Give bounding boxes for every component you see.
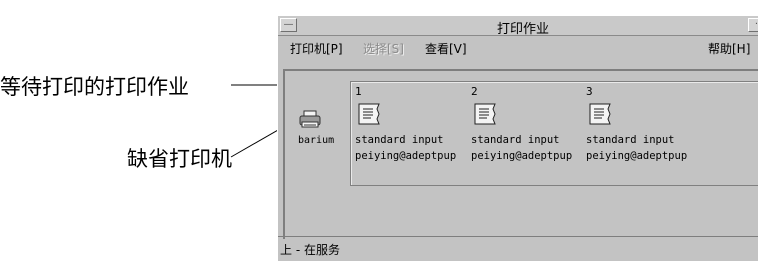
job-name: standard input [471, 134, 560, 146]
status-bar: 上 - 在服务 [278, 236, 758, 262]
menu-select[interactable]: 选择[S] [363, 40, 404, 57]
job-owner: peiying@adeptpup [355, 150, 457, 162]
title-bar: — 打印作业 · [278, 16, 758, 37]
print-jobs-window: — 打印作业 · 打印机[P] 选择[S] 查看[V] 帮助[H] barium… [277, 15, 758, 261]
menu-printer[interactable]: 打印机[P] [290, 40, 343, 57]
job-name: standard input [586, 134, 675, 146]
job-number: 2 [471, 85, 478, 98]
window-title: 打印作业 [496, 22, 549, 37]
job-number: 1 [355, 85, 362, 98]
status-text: 上 - 在服务 [280, 243, 340, 257]
document-icon[interactable] [356, 101, 382, 127]
menu-bar: 打印机[P] 选择[S] 查看[V] 帮助[H] [278, 36, 758, 58]
document-icon[interactable] [587, 101, 613, 127]
menu-help[interactable]: 帮助[H] [708, 40, 750, 57]
job-owner: peiying@adeptpup [471, 150, 573, 162]
job-owner: peiying@adeptpup [586, 150, 688, 162]
pending-jobs-callout: 等待打印的打印作业 [0, 75, 189, 99]
menu-view[interactable]: 查看[V] [425, 40, 467, 57]
job-queue: 1 standard input peiying@adeptpup 2 stan… [350, 81, 758, 186]
default-printer-callout: 缺省打印机 [127, 147, 232, 171]
document-icon[interactable] [472, 101, 498, 127]
job-name: standard input [355, 134, 444, 146]
job-number: 3 [586, 85, 593, 98]
minimize-button[interactable]: · [748, 18, 758, 32]
printer-name[interactable]: barium [298, 135, 334, 146]
printer-icon[interactable] [299, 110, 321, 130]
